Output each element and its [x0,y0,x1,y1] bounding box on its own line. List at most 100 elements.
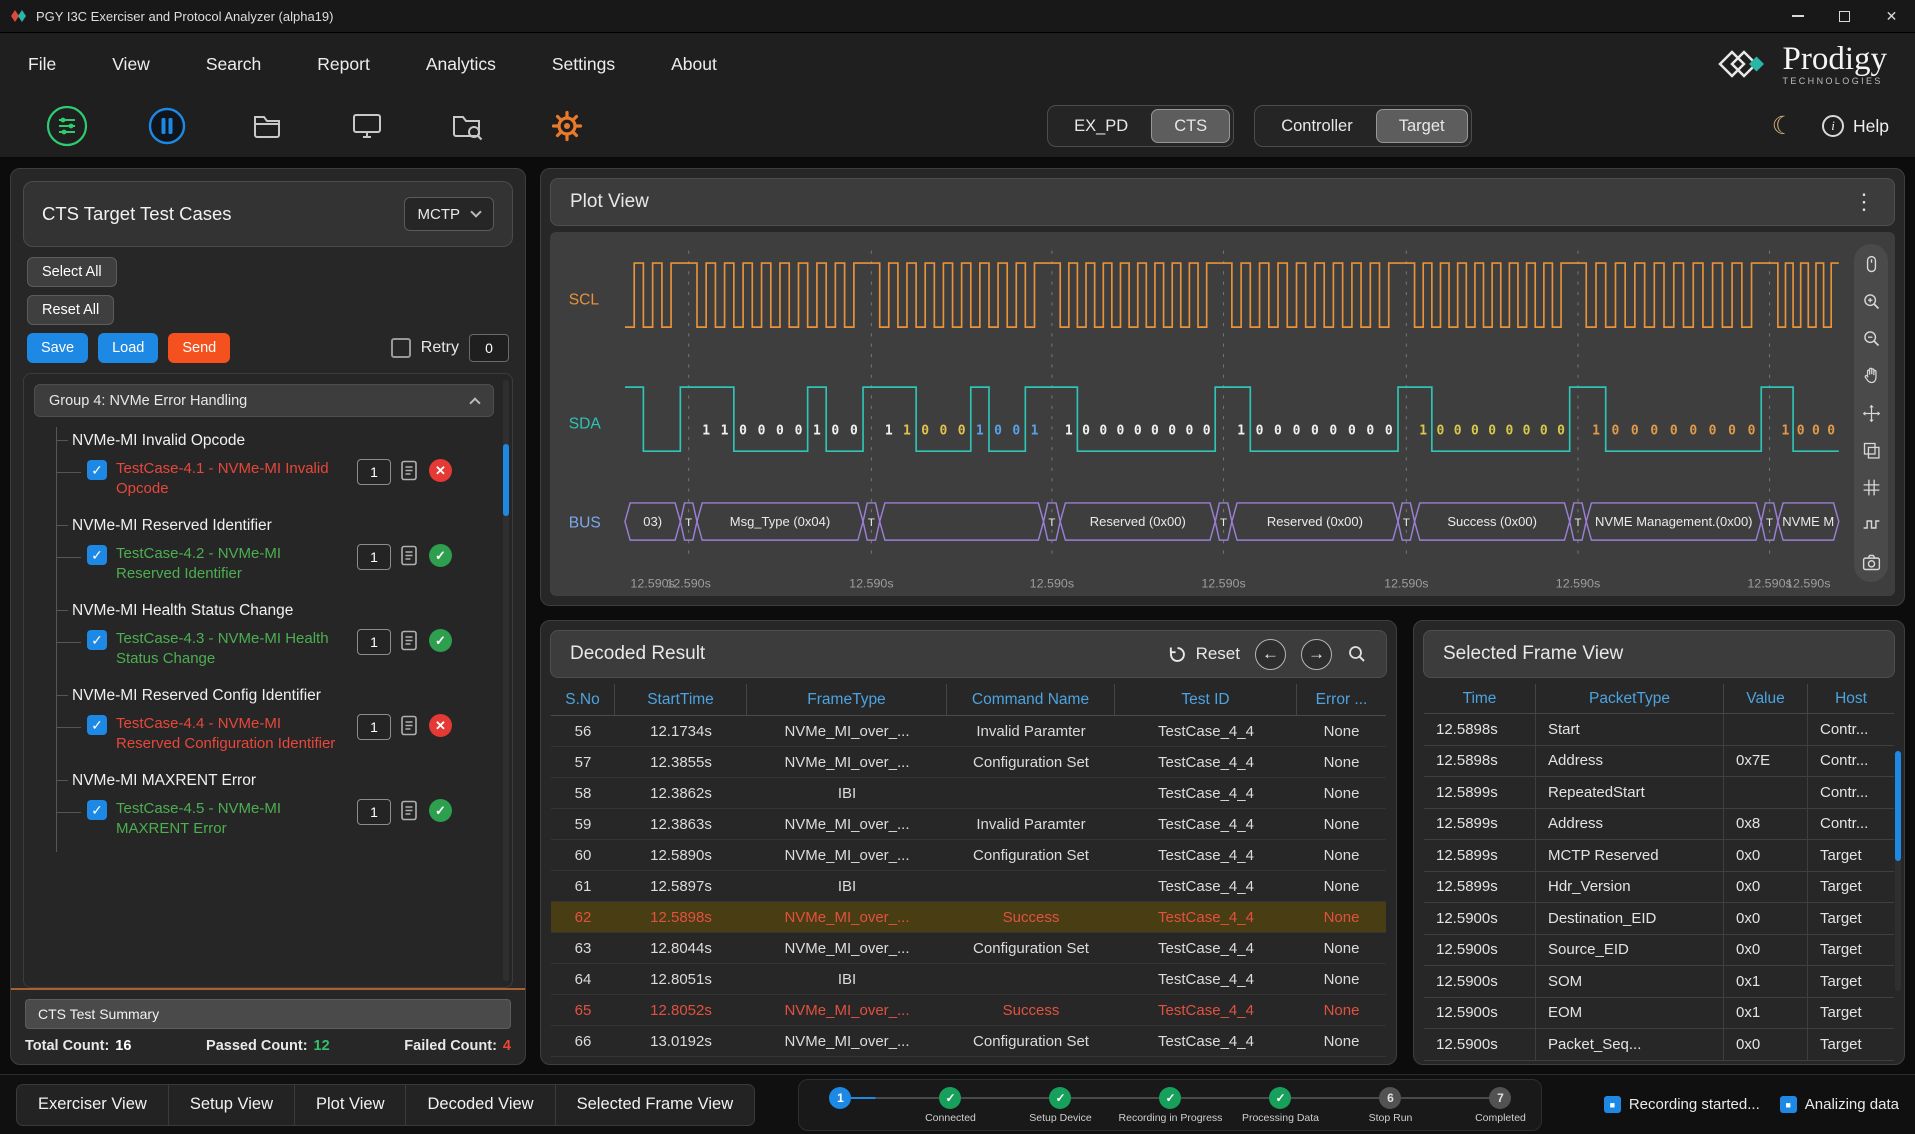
frame-table-row[interactable]: 12.5900sDestination_EID0x0Target [1424,903,1894,935]
decoded-table-row[interactable]: 6512.8052sNVMe_MI_over_...SuccessTestCas… [551,995,1386,1026]
save-button[interactable]: Save [27,333,88,363]
maximize-button[interactable] [1821,0,1868,32]
testcase-count-input[interactable] [357,544,391,570]
decoded-table-row[interactable]: 5912.3863sNVMe_MI_over_...Invalid Paramt… [551,809,1386,840]
zoom-in-icon[interactable] [1860,290,1882,312]
tab-decoded-view[interactable]: Decoded View [406,1084,555,1126]
decoded-table-row[interactable]: 6312.8044sNVMe_MI_over_...Configuration … [551,933,1386,964]
decoded-column-header-frametype[interactable]: FrameType [747,684,947,715]
testcase-checkbox[interactable]: ✓ [87,545,107,565]
testcase-label[interactable]: TestCase-4.4 - NVMe-MI Reserved Configur… [116,714,348,753]
testcase-report-icon[interactable] [400,630,420,656]
menu-item-search[interactable]: Search [178,54,289,75]
frame-table-row[interactable]: 12.5899sRepeatedStartContr... [1424,777,1894,809]
decoded-table-row[interactable]: 6412.8051sIBITestCase_4_4None [551,964,1386,995]
testcase-report-icon[interactable] [400,460,420,486]
folder-search-icon[interactable] [444,103,490,149]
testcase-label[interactable]: TestCase-4.2 - NVMe-MI Reserved Identifi… [116,544,348,583]
testcase-report-icon[interactable] [400,715,420,741]
decoded-table-row[interactable]: 5612.1734sNVMe_MI_over_...Invalid Paramt… [551,716,1386,747]
signal-icon[interactable] [1860,514,1882,536]
decoded-column-header-error[interactable]: Error ... [1297,684,1386,715]
frame-table-row[interactable]: 12.5900sPacket_Seq...0x0Target [1424,1029,1894,1061]
close-button[interactable]: ✕ [1868,0,1915,32]
menu-item-settings[interactable]: Settings [524,54,643,75]
frame-table-row[interactable]: 12.5898sStartContr... [1424,714,1894,746]
frame-table-row[interactable]: 12.5898sAddress0x7EContr... [1424,746,1894,778]
testcase-count-input[interactable] [357,629,391,655]
help-button[interactable]: i Help [1822,115,1889,137]
settings-gear-icon[interactable] [544,103,590,149]
menu-item-about[interactable]: About [643,54,745,75]
menu-item-report[interactable]: Report [289,54,398,75]
test-parent-label[interactable]: NVMe-MI Reserved Config Identifier [57,682,498,709]
prev-frame-button[interactable]: ← [1255,639,1286,670]
testcase-checkbox[interactable]: ✓ [87,800,107,820]
grid-icon[interactable] [1860,477,1882,499]
reset-all-button[interactable]: Reset All [27,295,114,325]
test-parent-label[interactable]: NVMe-MI MAXRENT Error [57,767,498,794]
move-icon[interactable] [1860,402,1882,424]
mouse-icon[interactable] [1860,253,1882,275]
testcase-checkbox[interactable]: ✓ [87,715,107,735]
frame-column-header-value[interactable]: Value [1724,684,1808,713]
menu-item-analytics[interactable]: Analytics [398,54,524,75]
search-button[interactable] [1347,644,1367,664]
protocol-dropdown[interactable]: MCTP [404,197,495,231]
menu-item-view[interactable]: View [84,54,178,75]
overlay-icon[interactable] [1860,439,1882,461]
role-option-controller[interactable]: Controller [1258,109,1376,143]
testcase-label[interactable]: TestCase-4.3 - NVMe-MI Health Status Cha… [116,629,348,668]
frame-table-row[interactable]: 12.5899sMCTP Reserved0x0Target [1424,840,1894,872]
testcase-count-input[interactable] [357,799,391,825]
test-parent-label[interactable]: NVMe-MI Reserved Identifier [57,512,498,539]
frame-table-row[interactable]: 12.5899sAddress0x8Contr... [1424,809,1894,841]
decoded-table-row[interactable]: 5712.3855sNVMe_MI_over_...Configuration … [551,747,1386,778]
frame-column-header-packettype[interactable]: PacketType [1536,684,1724,713]
decoded-column-header-test-id[interactable]: Test ID [1115,684,1297,715]
menu-item-file[interactable]: File [0,54,84,75]
decoded-table-row[interactable]: 5812.3862sIBITestCase_4_4None [551,778,1386,809]
pan-icon[interactable] [1860,365,1882,387]
waveform-canvas[interactable]: SCLSDABUS1100001001100010011000000001000… [550,232,1895,596]
testcase-checkbox[interactable]: ✓ [87,630,107,650]
mode-option-cts[interactable]: CTS [1151,109,1230,143]
zoom-out-icon[interactable] [1860,328,1882,350]
device-monitor-icon[interactable] [344,103,390,149]
testcase-label[interactable]: TestCase-4.5 - NVMe-MI MAXRENT Error [116,799,348,838]
retry-checkbox[interactable] [391,338,411,358]
frame-column-header-time[interactable]: Time [1424,684,1536,713]
role-option-target[interactable]: Target [1376,109,1468,143]
decoded-column-header-starttime[interactable]: StartTime [615,684,747,715]
camera-icon[interactable] [1860,551,1882,573]
send-button[interactable]: Send [168,333,230,363]
tab-setup-view[interactable]: Setup View [169,1084,295,1126]
load-button[interactable]: Load [98,333,158,363]
test-parent-label[interactable]: NVMe-MI Invalid Opcode [57,427,498,454]
testcase-report-icon[interactable] [400,545,420,571]
select-all-button[interactable]: Select All [27,257,117,287]
testcase-checkbox[interactable]: ✓ [87,460,107,480]
decoded-column-header-s-no[interactable]: S.No [551,684,615,715]
decoded-table-row[interactable]: 6112.5897sIBITestCase_4_4None [551,871,1386,902]
mode-option-ex-pd[interactable]: EX_PD [1051,109,1151,143]
dark-mode-toggle-icon[interactable]: ☾ [1772,114,1794,139]
decoded-table-row[interactable]: 6012.5890sNVMe_MI_over_...Configuration … [551,840,1386,871]
open-folder-icon[interactable] [244,103,290,149]
frame-table-scrollbar[interactable] [1895,751,1901,991]
next-frame-button[interactable]: → [1301,639,1332,670]
minimize-button[interactable] [1774,0,1821,32]
decoded-column-header-command-name[interactable]: Command Name [947,684,1115,715]
testcase-report-icon[interactable] [400,800,420,826]
frame-column-header-host[interactable]: Host [1808,684,1894,713]
retry-count-input[interactable] [469,334,509,362]
frame-table-row[interactable]: 12.5900sEOM0x1Target [1424,998,1894,1030]
testcase-count-input[interactable] [357,459,391,485]
decoded-table-row[interactable]: 6613.0192sNVMe_MI_over_...Configuration … [551,1026,1386,1057]
pause-icon[interactable] [144,103,190,149]
frame-table-row[interactable]: 12.5899sHdr_Version0x0Target [1424,872,1894,904]
tab-selected-frame-view[interactable]: Selected Frame View [556,1084,756,1126]
reset-button[interactable]: Reset [1168,644,1240,664]
decoded-table-row[interactable]: 6212.5898sNVMe_MI_over_...SuccessTestCas… [551,902,1386,933]
tab-plot-view[interactable]: Plot View [295,1084,406,1126]
